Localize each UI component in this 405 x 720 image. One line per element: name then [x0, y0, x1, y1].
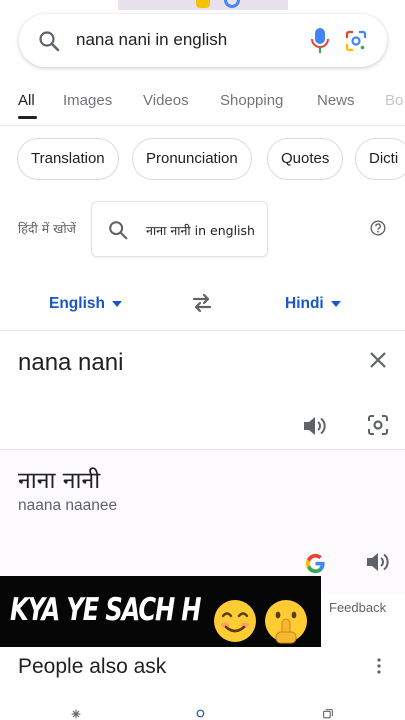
search-bar[interactable]: nana nani in english: [19, 14, 387, 67]
caption-text: KYA YE SACH H: [10, 592, 201, 628]
search-tabs: All Images Videos Shopping News Bo: [0, 88, 405, 126]
chip-dictionary[interactable]: Dicti: [355, 138, 405, 180]
translate-widget: English Hindi nana nani नाना नानी naana …: [0, 276, 405, 594]
tab-news[interactable]: News: [317, 92, 355, 109]
bottom-navigation: [0, 700, 405, 720]
transliteration-text: naana naanee: [18, 497, 118, 514]
source-text[interactable]: nana nani: [18, 349, 123, 377]
feedback-link[interactable]: Feedback: [329, 600, 386, 615]
banner-yellow-shape: [196, 0, 210, 8]
help-icon[interactable]: [370, 220, 386, 236]
chip-pronunciation[interactable]: Pronunciation: [132, 138, 252, 180]
mic-icon[interactable]: [309, 27, 331, 55]
clear-icon[interactable]: [368, 350, 388, 370]
swap-languages-icon[interactable]: [190, 292, 214, 314]
search-icon: [109, 221, 128, 240]
tab-books[interactable]: Bo: [385, 92, 403, 109]
translation-result: नाना नानी naana naanee: [0, 451, 405, 594]
source-text-area[interactable]: nana nani: [0, 332, 405, 450]
google-logo-icon: [305, 553, 325, 574]
search-icon[interactable]: [190, 708, 212, 720]
banner-blue-shape: [224, 0, 240, 8]
tabs-icon[interactable]: [317, 708, 339, 720]
google-lens-icon[interactable]: [344, 29, 368, 53]
search-input[interactable]: nana nani in english: [76, 30, 227, 50]
search-icon[interactable]: [37, 29, 61, 53]
hindi-search-button[interactable]: नाना नानी in english: [91, 201, 268, 257]
hindi-search-label: हिंदी में खोजें: [18, 221, 76, 236]
translated-text: नाना नानी: [18, 468, 101, 494]
language-bar: English Hindi: [0, 276, 405, 331]
shushing-face-emoji: [265, 600, 307, 644]
target-language-select[interactable]: Hindi: [285, 295, 341, 313]
more-vert-icon[interactable]: [376, 658, 382, 674]
people-also-ask-heading: People also ask: [18, 655, 167, 678]
hindi-search-query: नाना नानी in english: [146, 223, 255, 238]
refinement-chips: Translation Pronunciation Quotes Dicti: [0, 138, 405, 180]
active-tab-indicator: [18, 116, 37, 119]
discover-icon[interactable]: [65, 708, 87, 720]
chip-translation[interactable]: Translation: [17, 138, 119, 180]
target-language-label: Hindi: [285, 295, 324, 312]
tab-all[interactable]: All: [18, 92, 35, 109]
camera-translate-icon[interactable]: [366, 413, 390, 437]
hindi-search-suggestion: हिंदी में खोजें नाना नानी in english: [0, 200, 405, 258]
chevron-down-icon: [330, 300, 341, 307]
speaker-icon[interactable]: [365, 550, 391, 574]
source-language-select[interactable]: English: [49, 295, 122, 313]
smiling-face-emoji: [214, 600, 256, 642]
chevron-down-icon: [111, 300, 122, 307]
source-language-label: English: [49, 295, 105, 312]
chip-quotes[interactable]: Quotes: [267, 138, 344, 180]
tab-videos[interactable]: Videos: [143, 92, 189, 109]
top-cropped-banner: [118, 0, 288, 10]
tab-shopping[interactable]: Shopping: [220, 92, 283, 109]
speaker-icon[interactable]: [302, 414, 328, 438]
caption-overlay: KYA YE SACH H: [0, 576, 321, 647]
tab-images[interactable]: Images: [63, 92, 112, 109]
